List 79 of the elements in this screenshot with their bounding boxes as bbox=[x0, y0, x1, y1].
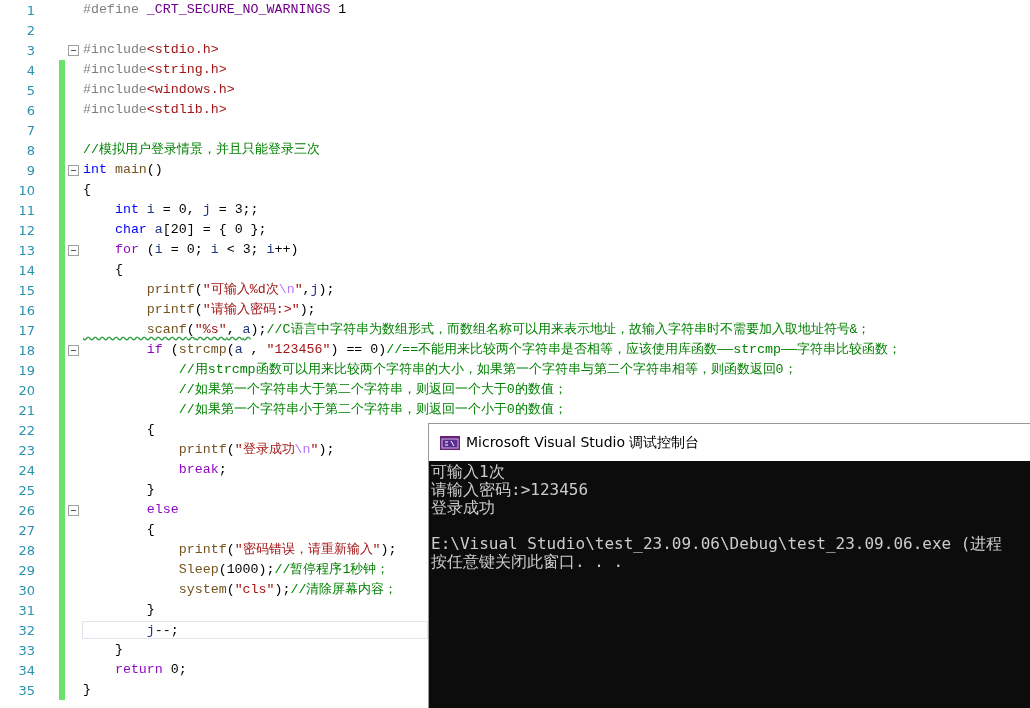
line-number: 28 bbox=[17, 542, 35, 558]
line-number: 22 bbox=[17, 422, 35, 438]
code-line: //用strcmp函数可以用来比较两个字符串的大小，如果第一个字符串与第二个字符串相等，则函数返回0； bbox=[177, 361, 798, 379]
line-number: 20 bbox=[17, 382, 35, 398]
code-line: printf("可输入%d次\n",j); bbox=[145, 281, 336, 299]
code-line: char a[20] = { 0 }; bbox=[113, 221, 268, 239]
code-line: printf("请输入密码:>"); bbox=[145, 301, 317, 319]
line-number: 23 bbox=[17, 442, 35, 458]
code-line: //如果第一个字符串大于第二个字符串，则返回一个大于0的数值； bbox=[177, 381, 568, 399]
line-number: 8 bbox=[25, 142, 35, 158]
code-line: { bbox=[113, 261, 124, 279]
line-number: 14 bbox=[17, 262, 35, 278]
collapse-icon[interactable] bbox=[68, 44, 79, 56]
code-line: return 0; bbox=[113, 661, 188, 679]
line-number: 25 bbox=[17, 482, 35, 498]
code-line: #include<windows.h> bbox=[82, 81, 236, 99]
line-number: 12 bbox=[17, 222, 35, 238]
line-number: 34 bbox=[17, 662, 35, 678]
console-output-line: 登录成功 bbox=[431, 499, 496, 517]
line-number: 13 bbox=[17, 242, 35, 258]
line-number: 26 bbox=[17, 502, 35, 518]
code-line: system("cls");//清除屏幕内容； bbox=[177, 581, 399, 599]
code-line: #define _CRT_SECURE_NO_WARNINGS 1 bbox=[82, 1, 348, 19]
console-output-line: 请输入密码:>123456 bbox=[431, 481, 590, 499]
code-line: #include<stdlib.h> bbox=[82, 101, 228, 119]
line-number: 30 bbox=[17, 582, 35, 598]
code-line: int main() bbox=[82, 161, 164, 179]
code-line: //模拟用户登录情景，并且只能登录三次 bbox=[82, 141, 321, 159]
line-number: 21 bbox=[17, 402, 35, 418]
line-number: 9 bbox=[25, 162, 35, 178]
console-app-icon bbox=[440, 435, 460, 450]
line-number: 17 bbox=[17, 322, 35, 338]
console-output-line: 按任意键关闭此窗口. . . bbox=[431, 553, 624, 571]
line-number: 1 bbox=[25, 2, 35, 18]
line-number: 31 bbox=[17, 602, 35, 618]
line-number: 5 bbox=[25, 82, 35, 98]
code-line: if (strcmp(a , "123456") == 0)//==不能用来比较两个字符串是否相等，应该使用库函数——strcmp——字符串比较函数； bbox=[145, 341, 902, 359]
line-number: 6 bbox=[25, 102, 35, 118]
collapse-icon[interactable] bbox=[68, 164, 79, 176]
code-line: } bbox=[145, 481, 156, 499]
line-number: 27 bbox=[17, 522, 35, 538]
line-number: 32 bbox=[17, 622, 35, 638]
line-number: 24 bbox=[17, 462, 35, 478]
line-number: 18 bbox=[17, 342, 35, 358]
code-line: scanf("%s", a);//C语言中字符串为数组形式，而数组名称可以用来表示地址，故输入字符串时不需要加入取地址符号&； bbox=[145, 321, 872, 339]
collapse-icon[interactable] bbox=[68, 504, 79, 516]
code-line: Sleep(1000);//暂停程序1秒钟； bbox=[177, 561, 391, 579]
code-line: { bbox=[82, 181, 92, 199]
console-output-line: E:\Visual Studio\test_23.09.06\Debug\test_23.09.06.exe (进程 bbox=[431, 535, 1004, 553]
console-output-line: 可输入1次 bbox=[431, 463, 506, 481]
code-line: int i = 0, j = 3;; bbox=[113, 201, 260, 219]
code-line: for (i = 0; i < 3; i++) bbox=[113, 241, 300, 259]
line-number: 11 bbox=[17, 202, 35, 218]
line-number: 16 bbox=[17, 302, 35, 318]
collapse-icon[interactable] bbox=[68, 344, 79, 356]
line-number: 3 bbox=[25, 42, 35, 58]
collapse-icon[interactable] bbox=[68, 244, 79, 256]
code-line: { bbox=[145, 421, 156, 439]
code-line: #include<string.h> bbox=[82, 61, 228, 79]
line-number: 29 bbox=[17, 562, 35, 578]
code-line: #include<stdio.h> bbox=[82, 41, 220, 59]
console-title: Microsoft Visual Studio 调试控制台 bbox=[466, 433, 700, 452]
code-line: //如果第一个字符串小于第二个字符串，则返回一个小于0的数值； bbox=[177, 401, 568, 419]
line-number: 33 bbox=[17, 642, 35, 658]
line-number: 15 bbox=[17, 282, 35, 298]
code-line: { bbox=[145, 521, 156, 539]
line-number: 35 bbox=[17, 682, 35, 698]
code-line: else bbox=[145, 501, 180, 519]
line-number: 7 bbox=[25, 122, 35, 138]
code-line: break; bbox=[177, 461, 228, 479]
code-line: printf("密码错误，请重新输入"); bbox=[177, 541, 398, 559]
line-number: 4 bbox=[25, 62, 35, 78]
line-number: 19 bbox=[17, 362, 35, 378]
code-line: } bbox=[145, 601, 156, 619]
code-line: printf("登录成功\n"); bbox=[177, 441, 336, 459]
code-line: } bbox=[82, 681, 92, 699]
line-number: 10 bbox=[17, 182, 35, 198]
line-number: 2 bbox=[25, 22, 35, 38]
code-line: } bbox=[113, 641, 124, 659]
